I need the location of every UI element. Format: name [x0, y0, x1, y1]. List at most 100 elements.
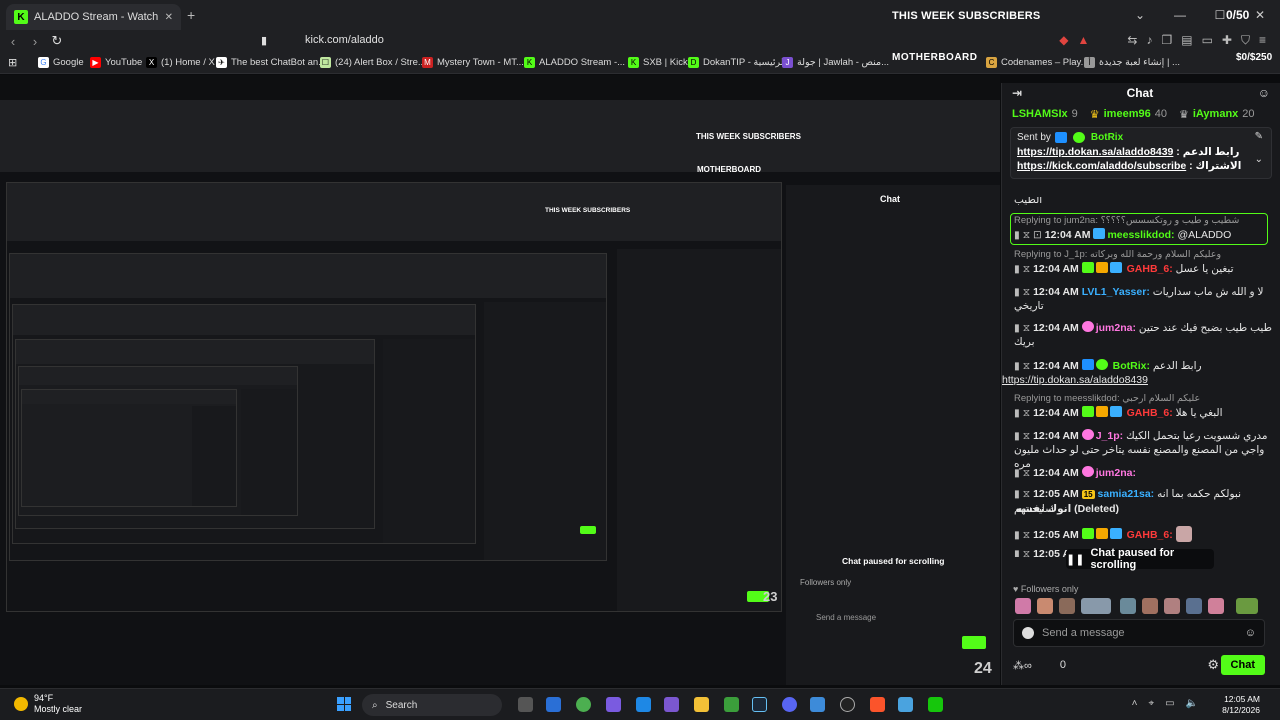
network-icon[interactable]: ▭ — [1165, 698, 1174, 709]
subscribe-link[interactable]: https://kick.com/aladdo/subscribe — [1017, 160, 1186, 172]
back-icon[interactable]: ‹ — [2, 34, 24, 49]
tip-link[interactable]: https://tip.dokan.sa/aladdo8439 — [1002, 374, 1148, 386]
send-chat-button[interactable]: Chat — [1220, 655, 1265, 675]
folder-icon[interactable] — [694, 697, 709, 712]
volume-icon[interactable]: 🔈 — [1186, 698, 1198, 709]
emote-item[interactable] — [1081, 598, 1111, 614]
bookmark-dokantip[interactable]: D DokanTIP - الرئيسية — [688, 57, 786, 68]
chat-message[interactable]: ▮ ⧖ 12:05 AM GAHB_6: — [1014, 526, 1273, 542]
emoji-icon[interactable]: ☺ — [1245, 627, 1256, 639]
gear-icon[interactable]: ⚙ — [1207, 657, 1219, 673]
reload-icon[interactable]: ↻ — [46, 33, 68, 49]
chevron-up-icon[interactable]: ˄ — [1132, 698, 1138, 709]
alertbox-icon: ☐ — [320, 57, 331, 68]
frame-number-24: 24 — [974, 660, 992, 677]
emote-item[interactable] — [1015, 598, 1031, 614]
app-icon[interactable] — [898, 697, 913, 712]
shield-icon[interactable]: ▲ — [1078, 33, 1090, 48]
chat-paused-button[interactable]: ❚❚ Chat paused for scrolling — [1066, 547, 1214, 571]
emote-item[interactable] — [1059, 598, 1075, 614]
bookmark-sxb[interactable]: K SXB | Kick — [628, 57, 688, 68]
bookmark-codenames[interactable]: C Codenames – Play... — [986, 57, 1088, 68]
forward-icon[interactable]: › — [24, 34, 46, 49]
chat-message[interactable]: ▮ ⧖ 12:04 AM GAHB_6: تبغين يا عسل — [1014, 262, 1273, 276]
sidebar-icon[interactable]: ▤ — [1181, 33, 1192, 48]
url-field[interactable]: kick.com/aladdo — [305, 34, 384, 46]
points-icon[interactable]: ⁂∞ — [1013, 659, 1032, 672]
bookmark-new-game[interactable]: أ إنشاء لعبة جديدة | ... — [1084, 57, 1180, 68]
stream-video[interactable]: THIS WEEK SUBSCRIBERS MOTHERBOARD Chat C… — [0, 75, 1000, 685]
xbox-icon[interactable] — [724, 697, 739, 712]
puzzle-icon[interactable]: ✚ — [1222, 33, 1232, 48]
bookmark-jawlah[interactable]: J جولة | Jawlah - منص... — [782, 57, 889, 68]
app-icon[interactable] — [546, 697, 561, 712]
app-icon[interactable] — [606, 697, 621, 712]
app-icon[interactable] — [840, 697, 855, 712]
chat-input[interactable]: Send a message ☺ — [1013, 619, 1265, 647]
chat-message[interactable]: ▮ ⧖ 12:04 AM jum2na: طيب طيب بضبح فيك عند… — [1014, 321, 1273, 349]
copy-icon[interactable]: ❐ — [1161, 33, 1172, 48]
emote-item[interactable] — [1186, 598, 1202, 614]
emote-item[interactable] — [1236, 598, 1258, 614]
minimize-button[interactable]: — — [1160, 8, 1200, 22]
gifter-item[interactable]: ♛ imeem96 40 — [1090, 108, 1167, 121]
emote-item[interactable] — [1120, 598, 1136, 614]
bookmark-x[interactable]: X (1) Home / X — [146, 57, 215, 68]
location-icon[interactable]: ⌖ — [1148, 698, 1154, 709]
reply-header[interactable]: Replying to jum2na: شطيب و طيب و روتكسسس… — [1014, 215, 1239, 226]
users-icon[interactable]: ☺ — [1258, 86, 1270, 100]
weather-widget[interactable]: 94°F Mostly clear — [14, 693, 82, 715]
chat-message[interactable]: ▮ ⧖ 12:04 AM GAHB_6: البغي يا هلا — [1014, 406, 1273, 420]
bookmark-google[interactable]: G Google — [38, 57, 84, 68]
music-icon[interactable]: ♪ — [1146, 33, 1152, 48]
app-icon[interactable] — [636, 697, 651, 712]
chat-message[interactable]: ▮ ⧖ ⊡ 12:04 AM meesslikdod: @ALADDO — [1014, 228, 1273, 242]
brave-icon[interactable] — [870, 697, 885, 712]
bookmark-aladdo[interactable]: K ALADDO Stream -... — [524, 57, 625, 68]
browser-tab[interactable]: K ALADDO Stream - Watch Live o ✕ — [6, 4, 181, 30]
chat-message[interactable]: ▮ ⧖ 12:04 AM J_1p: مدري شسويت رعيا بتحمل … — [1014, 429, 1273, 471]
emote-item[interactable] — [1142, 598, 1158, 614]
discord-icon[interactable] — [782, 697, 797, 712]
collapse-chat-icon[interactable]: ⇥ — [1012, 86, 1022, 100]
new-tab-button[interactable]: + — [187, 7, 195, 23]
extension-icon[interactable]: ◆ — [1059, 33, 1068, 48]
task-view-icon[interactable] — [518, 697, 533, 712]
bookmark-youtube[interactable]: ▶ YouTube — [90, 57, 142, 68]
windows-start-icon[interactable] — [337, 697, 351, 711]
apps-icon[interactable]: ⊞ — [8, 56, 17, 69]
gifter-item[interactable]: ♛ iAymanx 20 — [1179, 108, 1255, 121]
reply-header[interactable]: Replying to J_1p: وعليكم السلام ورحمة ال… — [1014, 249, 1221, 260]
wallet-icon[interactable]: ▭ — [1202, 33, 1213, 48]
taskbar-search[interactable]: ⌕ Search — [362, 694, 502, 716]
emote-item[interactable] — [1164, 598, 1180, 614]
app-icon[interactable] — [928, 697, 943, 712]
reply-header[interactable]: Replying to meesslikdod: عليكم السلام ار… — [1014, 393, 1200, 404]
tip-link[interactable]: https://tip.dokan.sa/aladdo8439 — [1017, 146, 1173, 158]
pinned-message[interactable]: Sent by BotRix رابط الدعم : https://tip.… — [1010, 127, 1272, 179]
app-icon[interactable] — [664, 697, 679, 712]
verified-icon — [1095, 359, 1108, 370]
xbox-icon[interactable] — [576, 697, 591, 712]
bookmark-icon[interactable]: ▮ — [261, 34, 267, 47]
chat-message[interactable]: ▮ ⧖ 12:04 AM LVL1_Yasser: لا و الله ش ماب… — [1014, 285, 1273, 313]
app-icon[interactable] — [810, 697, 825, 712]
close-tab-icon[interactable]: ✕ — [165, 12, 173, 23]
chat-message[interactable]: ▮ ⧖ 12:04 AM BotRix: رابط الدعم https://t… — [1002, 359, 1273, 387]
gifter-item[interactable]: LSHAMSIx 9 — [1012, 108, 1078, 120]
menu-icon[interactable]: ≡ — [1259, 33, 1266, 48]
chat-message[interactable]: ▮ ⧖ 12:04 AM jum2na: — [1014, 466, 1273, 480]
subs-count: 0/50 — [1226, 8, 1250, 22]
bookmark-mystery-town[interactable]: M Mystery Town - MT... — [422, 57, 524, 68]
chevron-down-icon[interactable]: ⌄ — [1255, 154, 1263, 165]
translate-icon[interactable]: ⇆ — [1127, 33, 1137, 48]
steam-icon[interactable] — [752, 697, 767, 712]
clock[interactable]: 12:05 AM 8/12/2026 — [1222, 694, 1260, 716]
bookmark-chatbot[interactable]: ✈ The best ChatBot an... — [216, 57, 326, 68]
chevron-down-icon[interactable]: ⌄ — [1120, 8, 1160, 22]
emote-item[interactable] — [1037, 598, 1053, 614]
vpn-icon[interactable]: ⛉ — [1241, 33, 1250, 48]
pin-icon[interactable]: ✎ — [1255, 131, 1263, 142]
bookmark-alertbox[interactable]: ☐ (24) Alert Box / Stre... — [320, 57, 426, 68]
emote-item[interactable] — [1208, 598, 1224, 614]
